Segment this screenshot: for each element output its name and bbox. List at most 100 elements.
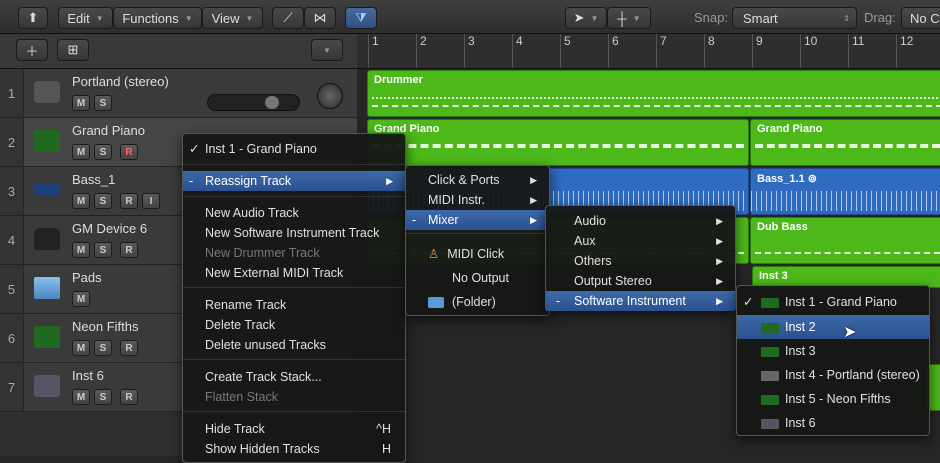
track-row[interactable]: 1 Portland (stereo) MS	[0, 69, 357, 118]
solo-button[interactable]: S	[94, 389, 112, 405]
region-grand-piano[interactable]: Grand Piano	[750, 119, 940, 166]
solo-button[interactable]: S	[94, 95, 112, 111]
region-label: Drummer	[374, 74, 423, 86]
menu-item-show-hidden-tracks[interactable]: Show Hidden Tracks H	[183, 439, 405, 459]
menu-item-delete-unused-tracks[interactable]: Delete unused Tracks	[183, 335, 405, 355]
volume-slider[interactable]	[207, 94, 300, 111]
track-name[interactable]: Portland (stereo)	[72, 74, 169, 89]
shortcut: H	[381, 442, 391, 456]
mute-button[interactable]: M	[72, 193, 90, 209]
menu-label: Audio	[574, 214, 606, 228]
menu-item-midi-instr[interactable]: MIDI Instr. ▶	[406, 190, 549, 210]
record-button[interactable]: R	[120, 193, 138, 209]
menu-item-inst-6[interactable]: Inst 6	[737, 413, 929, 433]
track-name[interactable]: Neon Fifths	[72, 319, 138, 334]
ruler[interactable]: 1 2 3 4 5 6 7 8 9 10 11 12	[357, 34, 940, 69]
menu-item-inst-1[interactable]: ✓ Inst 1 - Grand Piano	[737, 292, 929, 312]
pan-knob[interactable]	[317, 83, 343, 109]
menu-item-folder[interactable]: (Folder)	[406, 292, 549, 312]
menu-item-mixer[interactable]: - Mixer ▶	[406, 210, 549, 230]
mute-button[interactable]: M	[72, 242, 90, 258]
region-dub-bass[interactable]: Dub Bass	[750, 217, 940, 264]
view-menu[interactable]: View ▼	[202, 7, 263, 29]
menu-item-software-instrument[interactable]: - Software Instrument ▶	[546, 291, 735, 311]
menu-item-create-track-stack[interactable]: Create Track Stack...	[183, 367, 405, 387]
flex-button[interactable]: ⋈	[304, 7, 336, 29]
bar-number: 7	[656, 34, 667, 68]
menu-label: Hide Track	[205, 422, 265, 436]
region-grand-piano[interactable]: Grand Piano	[367, 119, 749, 166]
bar-number: 8	[704, 34, 715, 68]
input-monitor-button[interactable]: I	[142, 193, 160, 209]
mute-button[interactable]: M	[72, 144, 90, 160]
menu-item-inst-2[interactable]: Inst 2	[737, 315, 929, 339]
record-button[interactable]: R	[120, 340, 138, 356]
bar-number: 6	[608, 34, 619, 68]
region-drummer[interactable]: Drummer	[367, 70, 940, 117]
edit-label: Edit	[67, 10, 90, 26]
track-name[interactable]: Bass_1	[72, 172, 115, 187]
mute-button[interactable]: M	[72, 389, 90, 405]
menu-item-new-software-instrument-track[interactable]: New Software Instrument Track	[183, 223, 405, 243]
track-name[interactable]: Inst 6	[72, 368, 104, 383]
menu-item-output-stereo[interactable]: Output Stereo ▶	[546, 271, 735, 291]
record-button[interactable]: R	[120, 389, 138, 405]
menu-item-inst-4[interactable]: Inst 4 - Portland (stereo)	[737, 365, 929, 385]
chevron-down-icon: ▼	[245, 13, 254, 23]
automation-button[interactable]: ⟋	[272, 7, 304, 29]
catch-button[interactable]: ⧩	[345, 7, 377, 29]
menu-item-inst-5[interactable]: Inst 5 - Neon Fifths	[737, 389, 929, 409]
back-button[interactable]: ⬆	[18, 7, 48, 29]
new-folder-button[interactable]: ⊞	[57, 39, 89, 61]
mute-button[interactable]: M	[72, 340, 90, 356]
menu-item-rename-track[interactable]: Rename Track	[183, 295, 405, 315]
menu-item-hide-track[interactable]: Hide Track ^H	[183, 419, 405, 439]
drum-kit-icon	[761, 370, 779, 381]
track-name[interactable]: GM Device 6	[72, 221, 147, 236]
software-instrument-icon	[761, 322, 779, 333]
audio-waveform-icon	[34, 183, 60, 195]
volume-knob[interactable]	[265, 96, 279, 109]
menu-item-new-audio-track[interactable]: New Audio Track	[183, 203, 405, 223]
mute-button[interactable]: M	[72, 95, 90, 111]
software-instrument-icon	[34, 326, 60, 348]
record-button[interactable]: R	[120, 242, 138, 258]
mute-button[interactable]: M	[72, 291, 90, 307]
edit-menu[interactable]: Edit ▼	[58, 7, 113, 29]
menu-item-current-instrument[interactable]: ✓ Inst 1 - Grand Piano	[183, 139, 405, 159]
menu-item-new-external-midi-track[interactable]: New External MIDI Track	[183, 263, 405, 283]
menu-label: Show Hidden Tracks	[205, 442, 320, 456]
submenu-arrow-icon: ▶	[386, 176, 393, 186]
solo-button[interactable]: S	[94, 144, 112, 160]
solo-button[interactable]: S	[94, 340, 112, 356]
software-instrument-icon	[761, 346, 779, 357]
menu-item-reassign-track[interactable]: - Reassign Track ▶	[183, 171, 405, 191]
track-name[interactable]: Pads	[72, 270, 102, 285]
track-name[interactable]: Grand Piano	[72, 123, 145, 138]
show-options-button[interactable]: ▼	[311, 39, 343, 61]
menu-item-delete-track[interactable]: Delete Track	[183, 315, 405, 335]
command-tool[interactable]: ┼ ▼	[607, 7, 651, 29]
drag-value: No C	[910, 10, 940, 26]
menu-item-audio[interactable]: Audio ▶	[546, 211, 735, 231]
track-number: 1	[0, 69, 24, 117]
bar-number: 9	[752, 34, 763, 68]
menu-item-others[interactable]: Others ▶	[546, 251, 735, 271]
menu-item-inst-3[interactable]: Inst 3	[737, 341, 929, 361]
pointer-tool[interactable]: ➤ ▼	[565, 7, 607, 29]
menu-item-no-output[interactable]: No Output	[406, 268, 549, 288]
add-track-button[interactable]: ＋	[16, 39, 48, 61]
solo-button[interactable]: S	[94, 193, 112, 209]
solo-button[interactable]: S	[94, 242, 112, 258]
menu-label: Reassign Track	[205, 174, 292, 188]
menu-label: Mixer	[428, 213, 459, 227]
menu-item-midi-click[interactable]: ♙ MIDI Click	[406, 244, 549, 264]
menu-item-aux[interactable]: Aux ▶	[546, 231, 735, 251]
drag-select[interactable]: No C	[901, 7, 940, 29]
region-bass-1-1[interactable]: Bass_1.1 ⊚	[750, 168, 940, 215]
snap-select[interactable]: Smart ⇕	[732, 7, 857, 29]
functions-menu[interactable]: Functions ▼	[113, 7, 202, 29]
bar-number: 11	[848, 34, 864, 68]
menu-item-click-ports[interactable]: Click & Ports ▶	[406, 170, 549, 190]
record-button[interactable]: R	[120, 144, 138, 160]
